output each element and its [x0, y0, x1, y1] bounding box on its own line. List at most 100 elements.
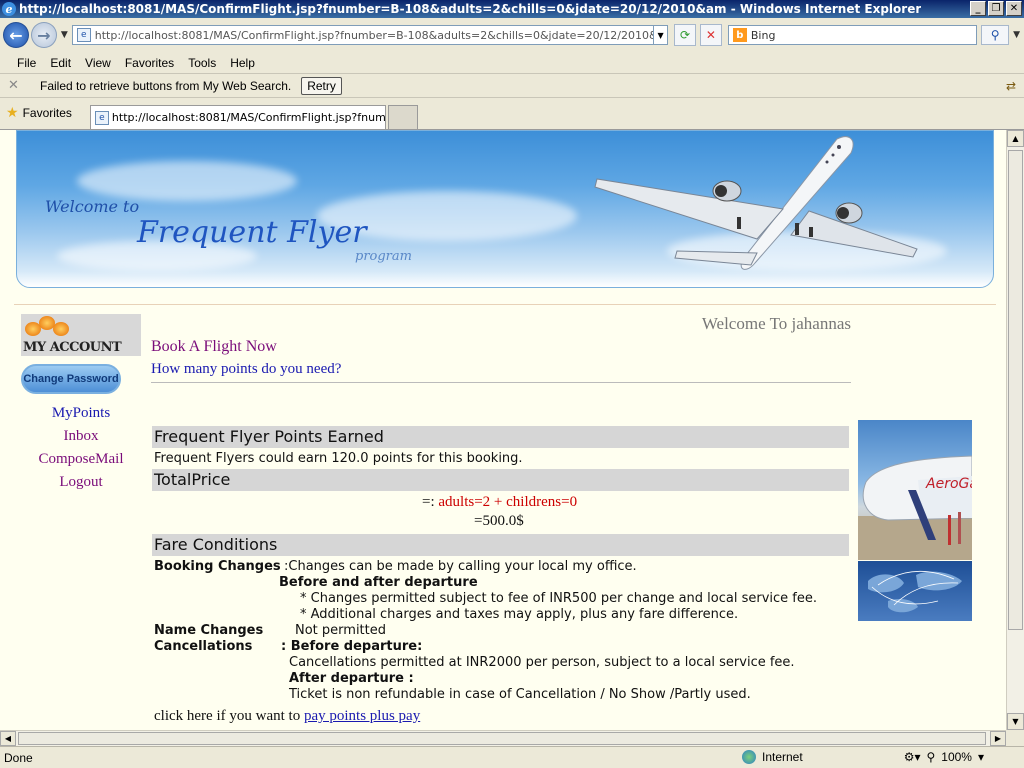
- tab-current[interactable]: e http://localhost:8081/MAS/ConfirmFligh…: [89, 105, 386, 129]
- scroll-down-icon[interactable]: ▼: [1007, 713, 1024, 730]
- forward-button[interactable]: →: [30, 22, 57, 48]
- toolbar-info-bar: ✕ Failed to retrieve buttons from My Web…: [0, 74, 1024, 98]
- history-dropdown-icon[interactable]: ▼: [61, 30, 68, 40]
- vertical-scroll-thumb[interactable]: [1008, 150, 1023, 630]
- menu-help[interactable]: Help: [223, 56, 262, 70]
- back-button[interactable]: ←: [3, 22, 29, 48]
- sidebar-link-logout[interactable]: Logout: [20, 471, 142, 494]
- search-icon: ⚲: [990, 28, 1000, 42]
- menu-tools[interactable]: Tools: [181, 56, 223, 70]
- points-earned-heading: Frequent Flyer Points Earned: [152, 426, 849, 448]
- toolbar-options-icon[interactable]: ⇄: [1006, 79, 1016, 93]
- info-message: Failed to retrieve buttons from My Web S…: [40, 78, 292, 93]
- stop-icon: ✕: [705, 28, 716, 42]
- points-needed-link[interactable]: How many points do you need?: [151, 361, 341, 378]
- banner-welcome-text: Welcome to: [45, 197, 140, 216]
- page-icon: e: [76, 28, 91, 42]
- banner-cloud: [77, 161, 297, 201]
- tab-page-icon: e: [94, 110, 109, 125]
- zoom-control[interactable]: ⚙▾ ⚲ 100% ▾: [904, 750, 984, 764]
- cancel-after-text: Ticket is non refundable in case of Canc…: [289, 687, 751, 702]
- airplane-icon: [594, 136, 918, 270]
- zone-label: Internet: [762, 750, 803, 764]
- total-price-heading: TotalPrice: [152, 469, 849, 491]
- search-placeholder: Bing: [750, 28, 776, 42]
- new-tab-button[interactable]: [387, 105, 418, 129]
- scroll-corner: [1006, 730, 1024, 746]
- protected-mode-icon: ⚙▾: [903, 750, 921, 764]
- name-changes-text: Not permitted: [295, 623, 386, 638]
- horizontal-scroll-thumb[interactable]: [18, 732, 986, 745]
- bing-icon: b: [732, 28, 747, 42]
- back-arrow-icon: ←: [9, 25, 23, 45]
- my-account-label: MY ACCOUNT: [23, 340, 122, 355]
- horizontal-scrollbar[interactable]: ◀ ▶: [0, 730, 1006, 746]
- address-dropdown-icon[interactable]: ▼: [654, 25, 668, 45]
- photo-airline-text: AeroGa: [925, 476, 972, 492]
- globe-icon: [742, 750, 756, 764]
- cancel-before-text: Cancellations permitted at INR2000 per p…: [289, 655, 795, 670]
- tab-title: http://localhost:8081/MAS/ConfirmFlight.…: [111, 111, 386, 124]
- address-text: http://localhost:8081/MAS/ConfirmFlight.…: [94, 28, 653, 42]
- address-toolbar: ← → ▼ e http://localhost:8081/MAS/Confir…: [0, 18, 1024, 52]
- menu-bar: File Edit View Favorites Tools Help: [0, 52, 1024, 74]
- scroll-up-icon[interactable]: ▲: [1007, 130, 1024, 147]
- points-earned-text: Frequent Flyers could earn 120.0 points …: [154, 451, 523, 466]
- before-after-label: Before and after departure: [279, 575, 478, 590]
- search-button[interactable]: ⚲: [981, 25, 1010, 45]
- my-account-logo: MY ACCOUNT: [21, 314, 141, 356]
- menu-file[interactable]: File: [10, 56, 43, 70]
- minimize-button[interactable]: _: [970, 1, 986, 16]
- sidebar-link-composemail[interactable]: ComposeMail: [20, 448, 142, 471]
- menu-edit[interactable]: Edit: [43, 56, 78, 70]
- status-bar: Done Internet ⚙▾ ⚲ 100% ▾: [0, 746, 1024, 768]
- stop-button[interactable]: ✕: [699, 24, 722, 46]
- banner-subtitle: program: [355, 249, 412, 264]
- refresh-icon: ⟳: [679, 28, 690, 42]
- airline-photo: AeroGa: [858, 420, 972, 560]
- close-button[interactable]: ✕: [1006, 1, 1022, 16]
- world-map-image: [868, 570, 962, 613]
- page-viewport: Welcome to Frequent Flyer program MY ACC…: [0, 130, 1006, 730]
- sidebar-link-mypoints[interactable]: MyPoints: [20, 402, 142, 425]
- scroll-right-icon[interactable]: ▶: [990, 731, 1006, 746]
- favorites-button[interactable]: ★ Favorites: [6, 104, 72, 121]
- retry-button[interactable]: Retry: [301, 76, 342, 95]
- window-title: http://localhost:8081/MAS/ConfirmFlight.…: [19, 2, 922, 16]
- booking-changes-label: Booking Changes: [154, 559, 281, 574]
- total-prefix: =:: [422, 494, 439, 510]
- pay-points-link[interactable]: pay points plus pay: [304, 708, 420, 724]
- search-options-dropdown-icon[interactable]: ▼: [1013, 30, 1020, 40]
- aircraft-boarding-image: AeroGa: [858, 455, 972, 560]
- book-flight-link[interactable]: Book A Flight Now: [151, 338, 277, 356]
- content-divider: [151, 382, 851, 383]
- name-changes-label: Name Changes: [154, 623, 264, 638]
- zoom-magnifier-icon: ⚲: [926, 750, 936, 764]
- refresh-button[interactable]: ⟳: [674, 24, 696, 46]
- address-field[interactable]: e http://localhost:8081/MAS/ConfirmFligh…: [71, 25, 655, 45]
- before-departure-label: : Before departure:: [281, 639, 423, 654]
- sidebar-nav: MyPoints Inbox ComposeMail Logout: [20, 402, 142, 494]
- sidebar-link-inbox[interactable]: Inbox: [20, 425, 142, 448]
- security-zone[interactable]: Internet: [742, 750, 803, 764]
- scroll-left-icon[interactable]: ◀: [0, 731, 16, 746]
- forward-arrow-icon: →: [37, 25, 51, 45]
- changes-bullet-1: * Changes permitted subject to fee of IN…: [300, 591, 817, 606]
- search-field[interactable]: b Bing: [727, 25, 978, 45]
- booking-changes-text: :Changes can be made by calling your loc…: [284, 559, 637, 574]
- change-password-button[interactable]: Change Password: [21, 364, 121, 394]
- pay-prefix: click here if you want to: [154, 708, 304, 724]
- fare-conditions-heading: Fare Conditions: [152, 534, 849, 556]
- maximize-button[interactable]: ❐: [988, 1, 1004, 16]
- zoom-dropdown-icon[interactable]: ▾: [978, 750, 984, 764]
- menu-favorites[interactable]: Favorites: [118, 56, 181, 70]
- pay-line: click here if you want to pay points plu…: [154, 708, 420, 725]
- window-controls: _ ❐ ✕: [970, 1, 1022, 16]
- favorites-label: Favorites: [22, 105, 72, 120]
- zoom-level: 100%: [941, 750, 972, 764]
- close-toolbar-icon[interactable]: ✕: [8, 78, 26, 93]
- vertical-scrollbar[interactable]: ▲ ▼: [1006, 130, 1024, 730]
- welcome-user-text: Welcome To jahannas: [701, 314, 851, 333]
- star-icon: ★: [6, 104, 19, 120]
- menu-view[interactable]: View: [78, 56, 118, 70]
